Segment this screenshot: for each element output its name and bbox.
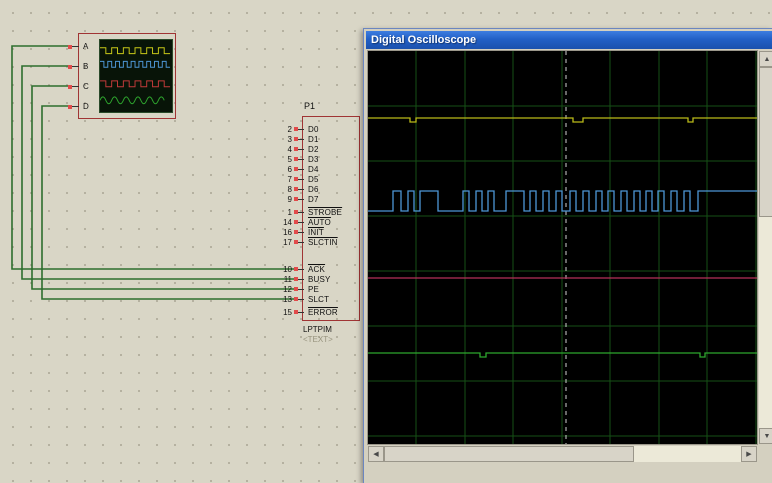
connector-pin-row[interactable]: 8 D6 xyxy=(268,184,364,194)
pin-label: SLCT xyxy=(304,295,329,304)
oscilloscope-window: Digital Oscilloscope ▲ ▼ ◀ ▶ xyxy=(363,28,772,483)
pin-number: 11 xyxy=(268,275,294,284)
connector-pin-row[interactable]: 11 BUSY xyxy=(268,274,364,284)
oscilloscope-titlebar[interactable]: Digital Oscilloscope xyxy=(366,31,772,49)
pin-label: INIT xyxy=(304,228,324,237)
pin-number: 4 xyxy=(268,145,294,154)
pin-number: 14 xyxy=(268,218,294,227)
pin-label: D2 xyxy=(304,145,319,154)
connector-pin-row[interactable]: 16 INIT xyxy=(268,227,364,237)
connector-pins: 2 D0 3 D1 4 D2 5 D3 6 D4 7 D5 8 D6 xyxy=(268,124,364,317)
horizontal-scroll-thumb[interactable] xyxy=(384,446,634,462)
connector-text-placeholder: <TEXT> xyxy=(303,335,333,344)
scope-pin-stub xyxy=(72,86,79,87)
scroll-right-icon[interactable]: ▶ xyxy=(741,446,757,462)
pin-number: 15 xyxy=(268,308,294,317)
pin-label: D6 xyxy=(304,185,319,194)
pin-label: D1 xyxy=(304,135,319,144)
pin-number: 5 xyxy=(268,155,294,164)
pin-label: D0 xyxy=(304,125,319,134)
connector-pin-row[interactable]: 6 D4 xyxy=(268,164,364,174)
connector-pin-row[interactable]: 14 AUTO xyxy=(268,217,364,227)
scope-pin-label-c: C xyxy=(83,82,89,92)
connector-pin-row[interactable]: 17 SLCTIN xyxy=(268,237,364,247)
pin-label: D5 xyxy=(304,175,319,184)
scope-pin-label-d: D xyxy=(83,102,89,112)
connector-pin-row[interactable]: 9 D7 xyxy=(268,194,364,204)
pin-number: 7 xyxy=(268,175,294,184)
pin-connection-marker xyxy=(68,85,72,89)
scope-plot-svg xyxy=(368,51,757,444)
pin-number: 16 xyxy=(268,228,294,237)
scope-pin-stub xyxy=(72,46,79,47)
pin-label: PE xyxy=(304,285,319,294)
pin-number: 12 xyxy=(268,285,294,294)
connector-pin-row[interactable]: 12 PE xyxy=(268,284,364,294)
scroll-up-icon[interactable]: ▲ xyxy=(759,51,772,67)
pin-number: 2 xyxy=(268,125,294,134)
oscilloscope-display[interactable] xyxy=(368,51,757,444)
pin-label: AUTO xyxy=(304,218,331,227)
pin-label: ERROR xyxy=(304,308,338,317)
oscilloscope-component[interactable]: A B C D xyxy=(78,33,176,119)
pin-number: 1 xyxy=(268,208,294,217)
pin-connection-marker xyxy=(68,105,72,109)
schematic-canvas: A B C D P1 2 D0 3 D1 4 D2 5 D3 xyxy=(0,0,772,483)
pin-label: D3 xyxy=(304,155,319,164)
scroll-left-icon[interactable]: ◀ xyxy=(368,446,384,462)
vertical-scroll-thumb[interactable] xyxy=(759,67,772,217)
pin-label: D7 xyxy=(304,195,319,204)
pin-label: ACK xyxy=(304,265,325,274)
connector-ref: P1 xyxy=(304,101,315,111)
connector-pin-row[interactable]: 13 SLCT xyxy=(268,294,364,304)
connector-pin-row[interactable]: 1 STROBE xyxy=(268,207,364,217)
connector-pin-row[interactable]: 15 ERROR xyxy=(268,307,364,317)
horizontal-scrollbar[interactable]: ◀ ▶ xyxy=(368,446,757,462)
pin-number: 13 xyxy=(268,295,294,304)
connector-part-name: LPTPIM xyxy=(303,325,332,334)
connector-pin-row[interactable]: 10 ACK xyxy=(268,264,364,274)
oscilloscope-component-screen xyxy=(99,39,173,113)
scope-pin-label-b: B xyxy=(83,62,88,72)
scope-pin-stub xyxy=(72,66,79,67)
scroll-down-icon[interactable]: ▼ xyxy=(759,428,772,444)
scope-pin-label-a: A xyxy=(83,42,88,52)
pin-label: BUSY xyxy=(304,275,331,284)
pin-number: 10 xyxy=(268,265,294,274)
pin-connection-marker xyxy=(68,45,72,49)
pin-number: 6 xyxy=(268,165,294,174)
pin-number: 9 xyxy=(268,195,294,204)
connector-pin-row[interactable]: 3 D1 xyxy=(268,134,364,144)
connector-pin-row[interactable]: 5 D3 xyxy=(268,154,364,164)
pin-connection-marker xyxy=(68,65,72,69)
pin-number: 17 xyxy=(268,238,294,247)
pin-label: SLCTIN xyxy=(304,238,338,247)
connector-pin-row[interactable]: 2 D0 xyxy=(268,124,364,134)
pin-label: D4 xyxy=(304,165,319,174)
pin-number: 3 xyxy=(268,135,294,144)
pin-label: STROBE xyxy=(304,208,342,217)
connector-pin-row[interactable]: 4 D2 xyxy=(268,144,364,154)
vertical-scrollbar[interactable]: ▲ ▼ xyxy=(759,51,772,444)
connector-pin-row[interactable]: 7 D5 xyxy=(268,174,364,184)
pin-number: 8 xyxy=(268,185,294,194)
oscilloscope-title: Digital Oscilloscope xyxy=(371,34,476,46)
scope-pin-stub xyxy=(72,106,79,107)
